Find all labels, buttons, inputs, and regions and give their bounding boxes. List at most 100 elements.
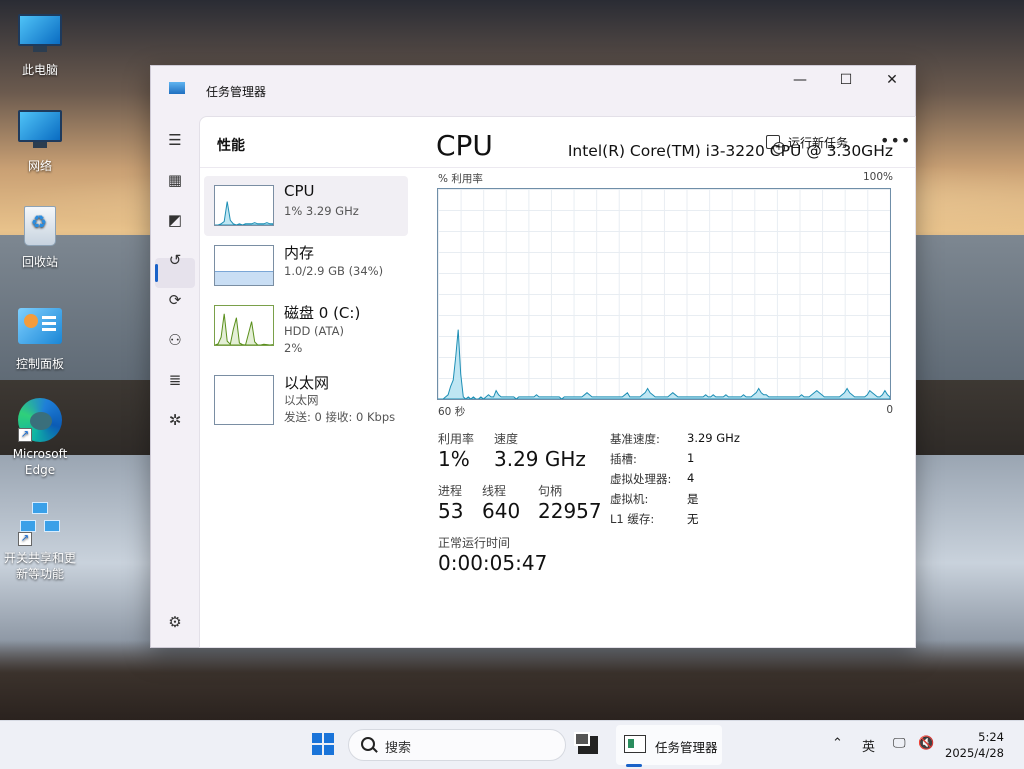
speed-value: 3.29 GHz bbox=[494, 447, 586, 471]
desktop-icon-label-line2: Edge bbox=[24, 463, 56, 477]
spec-key: 虚拟处理器: bbox=[610, 472, 672, 486]
desktop-icon-edge[interactable]: ↗ Microsoft Edge bbox=[0, 398, 80, 478]
search-placeholder: 搜索 bbox=[385, 741, 412, 756]
shortcut-arrow-icon: ↗ bbox=[18, 428, 32, 442]
nav-selection-indicator bbox=[155, 264, 158, 282]
graph-y-label: % 利用率 bbox=[438, 173, 483, 185]
desktop-icon-recycle-bin[interactable]: 回收站 bbox=[0, 204, 80, 270]
ethernet-thumbnail-graph bbox=[214, 375, 274, 425]
uptime-label: 正常运行时间 bbox=[438, 536, 511, 550]
graph-x-start: 60 秒 bbox=[438, 406, 466, 418]
recycle-bin-icon bbox=[18, 206, 62, 250]
startup-apps-icon[interactable]: ⟳ bbox=[163, 288, 187, 312]
network-sharing-icon: ↗ bbox=[18, 502, 62, 546]
memory-thumbnail-graph bbox=[214, 245, 274, 286]
task-view-icon[interactable] bbox=[574, 732, 598, 754]
detail-title: CPU bbox=[436, 129, 493, 162]
taskbar-search-box[interactable]: 搜索 bbox=[348, 729, 566, 761]
perf-item-memory[interactable]: 内存 1.0/2.9 GB (34%) bbox=[204, 236, 408, 296]
perf-item-name: 内存 bbox=[284, 244, 315, 262]
threads-label: 线程 bbox=[482, 484, 507, 498]
perf-item-sub: 1% 3.29 GHz bbox=[284, 204, 359, 218]
desktop-icon-sharing-settings[interactable]: ↗ 开关共享和更 新等功能 bbox=[0, 500, 80, 582]
settings-icon[interactable]: ⚙ bbox=[163, 610, 187, 634]
perf-item-sub-line2: 发送: 0 接收: 0 Kbps bbox=[284, 410, 396, 424]
title-bar[interactable]: 任务管理器 — ☐ ✕ bbox=[151, 66, 915, 116]
minimize-button[interactable]: — bbox=[777, 66, 823, 96]
nav-rail: ☰ ▦ ◩ ↺ ⟳ ⚇ ≣ ✲ ⚙ bbox=[151, 116, 199, 646]
task-manager-app-icon bbox=[624, 735, 646, 753]
desktop-icon-label-line1: 开关共享和更 bbox=[3, 551, 76, 565]
spec-value: 是 bbox=[687, 492, 699, 506]
app-history-icon[interactable]: ↺ bbox=[163, 248, 187, 272]
cpu-utilization-series bbox=[438, 329, 891, 400]
cpu-model-name: Intel(R) Core(TM) i3-3220 CPU @ 3.30GHz bbox=[567, 142, 893, 160]
perf-item-sub-line2: 2% bbox=[284, 341, 303, 355]
spec-value: 无 bbox=[687, 512, 699, 526]
spec-value: 3.29 GHz bbox=[687, 431, 740, 445]
perf-item-name: 磁盘 0 (C:) bbox=[284, 304, 361, 322]
desktop-icon-this-pc[interactable]: 此电脑 bbox=[0, 10, 80, 78]
maximize-button[interactable]: ☐ bbox=[823, 66, 869, 96]
desktop-icon-label: 控制面板 bbox=[15, 357, 64, 371]
disk-thumbnail-graph bbox=[214, 305, 274, 346]
utilization-value: 1% bbox=[438, 447, 470, 471]
control-panel-icon bbox=[18, 308, 62, 352]
desktop-icon-label: 网络 bbox=[27, 159, 52, 173]
perf-item-sub: 1.0/2.9 GB (34%) bbox=[284, 264, 384, 278]
perf-item-ethernet[interactable]: 以太网 以太网发送: 0 接收: 0 Kbps bbox=[204, 366, 408, 426]
cpu-utilization-graph bbox=[437, 188, 891, 400]
perf-item-name: CPU bbox=[284, 182, 315, 200]
perf-item-disk[interactable]: 磁盘 0 (C:) HDD (ATA) 2% bbox=[204, 296, 408, 356]
windows-logo-icon bbox=[312, 733, 322, 743]
active-app-indicator bbox=[626, 764, 642, 767]
wallpaper-foreground bbox=[0, 640, 1024, 722]
network-status-icon[interactable]: 🖵 bbox=[893, 736, 906, 751]
processes-label: 进程 bbox=[438, 484, 463, 498]
desktop-icon-label: 回收站 bbox=[21, 255, 58, 269]
performance-page: 性能 运行新任务 ••• CPU 1% 3.29 GHz 内存 1.0/2.9 … bbox=[199, 116, 916, 648]
cpu-thumbnail-series bbox=[215, 201, 273, 225]
task-manager-app-icon bbox=[169, 82, 185, 94]
desktop-icon-label: 此电脑 bbox=[21, 63, 58, 77]
desktop-icon-label-line1: Microsoft bbox=[12, 447, 68, 461]
utilization-label: 利用率 bbox=[438, 432, 475, 446]
graph-x-end: 0 bbox=[886, 404, 893, 416]
perf-item-sub: HDD (ATA) 2% bbox=[284, 323, 344, 357]
search-icon bbox=[361, 737, 375, 751]
hamburger-icon[interactable]: ☰ bbox=[163, 128, 187, 152]
desktop-icon-control-panel[interactable]: 控制面板 bbox=[0, 304, 80, 372]
clock-date: 2025/4/28 bbox=[945, 746, 1004, 760]
perf-item-name: 以太网 bbox=[284, 374, 330, 392]
spec-key: L1 缓存: bbox=[610, 512, 655, 526]
clock-time: 5:24 bbox=[978, 730, 1004, 744]
taskbar-app-label: 任务管理器 bbox=[655, 740, 718, 755]
header-divider bbox=[200, 167, 915, 168]
performance-icon[interactable]: ◩ bbox=[163, 208, 187, 232]
services-icon[interactable]: ✲ bbox=[163, 408, 187, 432]
spec-value: 1 bbox=[687, 451, 695, 465]
ime-indicator[interactable]: 英 bbox=[862, 736, 875, 755]
handles-label: 句柄 bbox=[538, 484, 563, 498]
handles-value: 22957 bbox=[538, 499, 602, 523]
taskbar-clock[interactable]: 5:24 2025/4/28 bbox=[945, 729, 1004, 761]
details-icon[interactable]: ≣ bbox=[163, 368, 187, 392]
page-title: 性能 bbox=[217, 138, 245, 154]
desktop-icon-network[interactable]: 网络 bbox=[0, 106, 80, 174]
perf-item-cpu[interactable]: CPU 1% 3.29 GHz bbox=[204, 176, 408, 236]
volume-muted-icon[interactable]: 🔇 bbox=[918, 736, 934, 751]
close-button[interactable]: ✕ bbox=[869, 66, 915, 96]
uptime-value: 0:00:05:47 bbox=[438, 551, 548, 575]
cpu-thumbnail-graph bbox=[214, 185, 274, 226]
perf-item-sub: 以太网发送: 0 接收: 0 Kbps bbox=[284, 392, 395, 426]
start-button[interactable] bbox=[312, 733, 334, 755]
perf-item-sub-line1: 以太网 bbox=[284, 393, 319, 407]
users-icon[interactable]: ⚇ bbox=[163, 328, 187, 352]
taskbar-app-task-manager[interactable]: 任务管理器 bbox=[616, 725, 722, 767]
spec-key: 虚拟机: bbox=[610, 492, 649, 506]
speed-label: 速度 bbox=[494, 432, 519, 446]
task-manager-window: 任务管理器 — ☐ ✕ ☰ ▦ ◩ ↺ ⟳ ⚇ ≣ ✲ ⚙ 性能 运行新任务 •… bbox=[150, 65, 916, 648]
processes-icon[interactable]: ▦ bbox=[163, 168, 187, 192]
show-hidden-icons-chevron-icon[interactable]: ⌃ bbox=[832, 736, 843, 751]
network-icon bbox=[18, 110, 62, 154]
